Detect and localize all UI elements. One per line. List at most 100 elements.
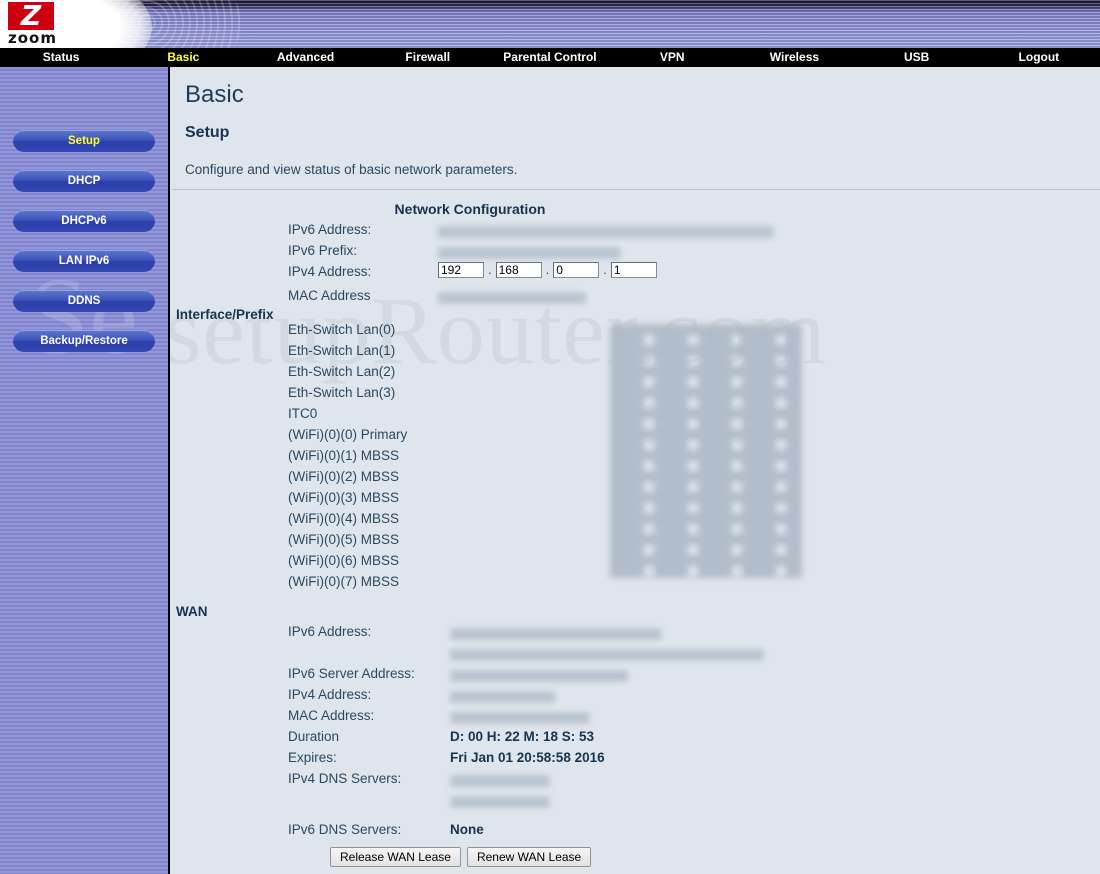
app-header: Z zoom bbox=[0, 0, 1100, 48]
wan-lease-actions: Release WAN Lease Renew WAN Lease bbox=[330, 847, 592, 867]
interface-prefix-row: Eth-Switch Lan(2) bbox=[170, 364, 1100, 385]
wan-ipv6-dns-label: IPv6 DNS Servers: bbox=[288, 822, 402, 837]
wan-ipv4-dns-row: IPv4 DNS Servers: bbox=[170, 771, 1100, 792]
interface-prefix-row: Eth-Switch Lan(0) bbox=[170, 322, 1100, 343]
interface-prefix-heading: Interface/Prefix bbox=[176, 307, 274, 322]
wan-ipv4-dns-label: IPv4 DNS Servers: bbox=[288, 771, 402, 786]
lan-mac-address-label: MAC Address bbox=[288, 288, 371, 303]
interface-prefix-label: (WiFi)(0)(3) MBSS bbox=[288, 490, 399, 505]
section-title: Setup bbox=[185, 124, 230, 141]
lan-ipv6-address-label: IPv6 Address: bbox=[288, 222, 372, 237]
wan-ipv6-dns-row: IPv6 DNS Servers: None bbox=[170, 822, 1100, 843]
lan-ipv6-address-value-redacted bbox=[438, 226, 774, 238]
sidebar-item-dhcp[interactable]: DHCP bbox=[13, 170, 155, 192]
wan-duration-label: Duration bbox=[288, 729, 340, 744]
sidebar-item-lan-ipv6[interactable]: LAN IPv6 bbox=[13, 250, 155, 272]
sidebar-menu: Setup DHCP DHCPv6 LAN IPv6 DDNS Backup/Restor… bbox=[0, 130, 168, 370]
wan-ipv4-address-row: IPv4 Address: bbox=[170, 687, 1100, 708]
sidebar-item-dhcpv6[interactable]: DHCPv6 bbox=[13, 210, 155, 232]
content-body: Network Configuration IPv6 Address: IPv6… bbox=[170, 193, 1100, 843]
lan-ipv4-octet-2-input[interactable] bbox=[495, 262, 542, 278]
interface-prefix-row: Eth-Switch Lan(3) bbox=[170, 385, 1100, 406]
interface-prefix-label: (WiFi)(0)(0) Primary bbox=[288, 427, 408, 442]
interface-prefix-row: Eth-Switch Lan(1) bbox=[170, 343, 1100, 364]
main-navigation[interactable]: Status Basic Advanced Firewall Parental Cont… bbox=[0, 48, 1100, 67]
wan-ipv4-dns-row-2 bbox=[170, 792, 1100, 813]
lan-ipv6-prefix-row: IPv6 Prefix: bbox=[170, 243, 1100, 264]
nav-item-vpn[interactable]: VPN bbox=[611, 48, 733, 67]
header-divider bbox=[172, 189, 1100, 190]
interface-prefix-row: (WiFi)(0)(1) MBSS bbox=[170, 448, 1100, 469]
lan-ipv4-octet-1-input[interactable] bbox=[438, 262, 484, 278]
interface-prefix-row: ITC0 bbox=[170, 406, 1100, 427]
interface-prefix-label: Eth-Switch Lan(1) bbox=[288, 343, 396, 358]
lan-ipv4-octet-3-input[interactable] bbox=[553, 262, 600, 278]
section-description: Configure and view status of basic netwo… bbox=[185, 162, 518, 177]
ipv4-separator-dot: . bbox=[545, 262, 550, 277]
wan-mac-address-value-redacted bbox=[450, 712, 590, 724]
wan-heading: WAN bbox=[176, 604, 208, 619]
release-wan-lease-button[interactable]: Release WAN Lease bbox=[330, 847, 461, 867]
interface-prefix-label: (WiFi)(0)(2) MBSS bbox=[288, 469, 399, 484]
wan-ipv4-dns-value-2-redacted bbox=[450, 796, 550, 808]
wan-ipv6-server-address-label: IPv6 Server Address: bbox=[288, 666, 415, 681]
wan-ipv4-dns-value-1-redacted bbox=[450, 775, 550, 787]
wan-duration-value: D: 00 H: 22 M: 18 S: 53 bbox=[450, 729, 595, 744]
ipv4-separator-dot: . bbox=[603, 262, 607, 277]
nav-item-logout[interactable]: Logout bbox=[978, 48, 1100, 67]
interface-prefix-label: Eth-Switch Lan(2) bbox=[288, 364, 396, 379]
wan-expires-label: Expires: bbox=[288, 750, 337, 765]
lan-ipv4-address-row: IPv4 Address: ... bbox=[170, 262, 1100, 288]
interface-prefix-label: (WiFi)(0)(7) MBSS bbox=[288, 574, 399, 589]
interface-prefix-label: Eth-Switch Lan(0) bbox=[288, 322, 396, 337]
wan-ipv6-address-value-redacted bbox=[450, 628, 662, 640]
page-title: Basic bbox=[185, 81, 244, 108]
nav-item-status[interactable]: Status bbox=[0, 48, 122, 67]
main-content: setupRouter.com Basic Setup Configure an… bbox=[170, 71, 1100, 874]
lan-ipv4-address-label: IPv4 Address: bbox=[288, 264, 372, 279]
interface-prefix-row: (WiFi)(0)(3) MBSS bbox=[170, 490, 1100, 511]
renew-wan-lease-button[interactable]: Renew WAN Lease bbox=[466, 847, 592, 867]
sidebar-item-ddns[interactable]: DDNS bbox=[13, 290, 155, 312]
interface-prefix-label: (WiFi)(0)(1) MBSS bbox=[288, 448, 399, 463]
nav-item-parental-control[interactable]: Parental Control bbox=[489, 48, 611, 67]
wan-ipv6-server-address-value-redacted bbox=[450, 670, 628, 682]
zoom-logo-wordmark: zoom bbox=[8, 29, 57, 47]
interface-prefix-row: (WiFi)(0)(0) Primary bbox=[170, 427, 1100, 448]
wan-ipv6-server-address-row: IPv6 Server Address: bbox=[170, 666, 1100, 687]
lan-ipv6-address-row: IPv6 Address: bbox=[170, 222, 1100, 243]
nav-item-wireless[interactable]: Wireless bbox=[733, 48, 855, 67]
lan-mac-address-row: MAC Address bbox=[170, 288, 1100, 309]
interface-prefix-list: Eth-Switch Lan(0) Eth-Switch Lan(1) Eth-Sw… bbox=[170, 322, 1100, 595]
nav-item-advanced[interactable]: Advanced bbox=[244, 48, 366, 67]
interface-prefix-row: (WiFi)(0)(6) MBSS bbox=[170, 553, 1100, 574]
interface-prefix-row: (WiFi)(0)(7) MBSS bbox=[170, 574, 1100, 595]
wan-expires-value: Fri Jan 01 20:58:58 2016 bbox=[450, 750, 605, 765]
lan-ipv4-address-input-group[interactable]: ... bbox=[438, 262, 657, 278]
zoom-logo: Z zoom bbox=[6, 2, 70, 46]
wan-mac-address-row: MAC Address: bbox=[170, 708, 1100, 729]
wan-ipv6-address-row: IPv6 Address: bbox=[170, 624, 1100, 645]
wan-mac-address-label: MAC Address: bbox=[288, 708, 375, 723]
wan-expires-row: Expires: Fri Jan 01 20:58:58 2016 bbox=[170, 750, 1100, 771]
sidebar-item-backup-restore[interactable]: Backup/Restore bbox=[13, 330, 155, 352]
interface-prefix-label: (WiFi)(0)(6) MBSS bbox=[288, 553, 399, 568]
ipv4-separator-dot: . bbox=[488, 262, 492, 277]
wan-duration-row: Duration D: 00 H: 22 M: 18 S: 53 bbox=[170, 729, 1100, 750]
lan-mac-address-value-redacted bbox=[438, 292, 586, 304]
nav-item-usb[interactable]: USB bbox=[856, 48, 978, 67]
network-configuration-heading: Network Configuration bbox=[394, 201, 546, 217]
wan-ipv4-address-value-redacted bbox=[450, 691, 555, 703]
nav-item-basic[interactable]: Basic bbox=[122, 48, 244, 67]
wan-ipv6-dns-value: None bbox=[450, 822, 484, 837]
interface-prefix-row: (WiFi)(0)(5) MBSS bbox=[170, 532, 1100, 553]
wan-ipv4-address-label: IPv4 Address: bbox=[288, 687, 372, 702]
interface-prefix-label: ITC0 bbox=[288, 406, 318, 421]
lan-ipv4-octet-4-input[interactable] bbox=[610, 262, 657, 278]
sidebar-item-setup[interactable]: Setup bbox=[13, 130, 155, 152]
interface-prefix-row: (WiFi)(0)(4) MBSS bbox=[170, 511, 1100, 532]
zoom-logo-letter: Z bbox=[20, 0, 42, 32]
interface-prefix-label: (WiFi)(0)(4) MBSS bbox=[288, 511, 399, 526]
sidebar: Se Setup DHCP DHCPv6 LAN IPv6 DDNS Backup/Res… bbox=[0, 71, 168, 874]
nav-item-firewall[interactable]: Firewall bbox=[367, 48, 489, 67]
